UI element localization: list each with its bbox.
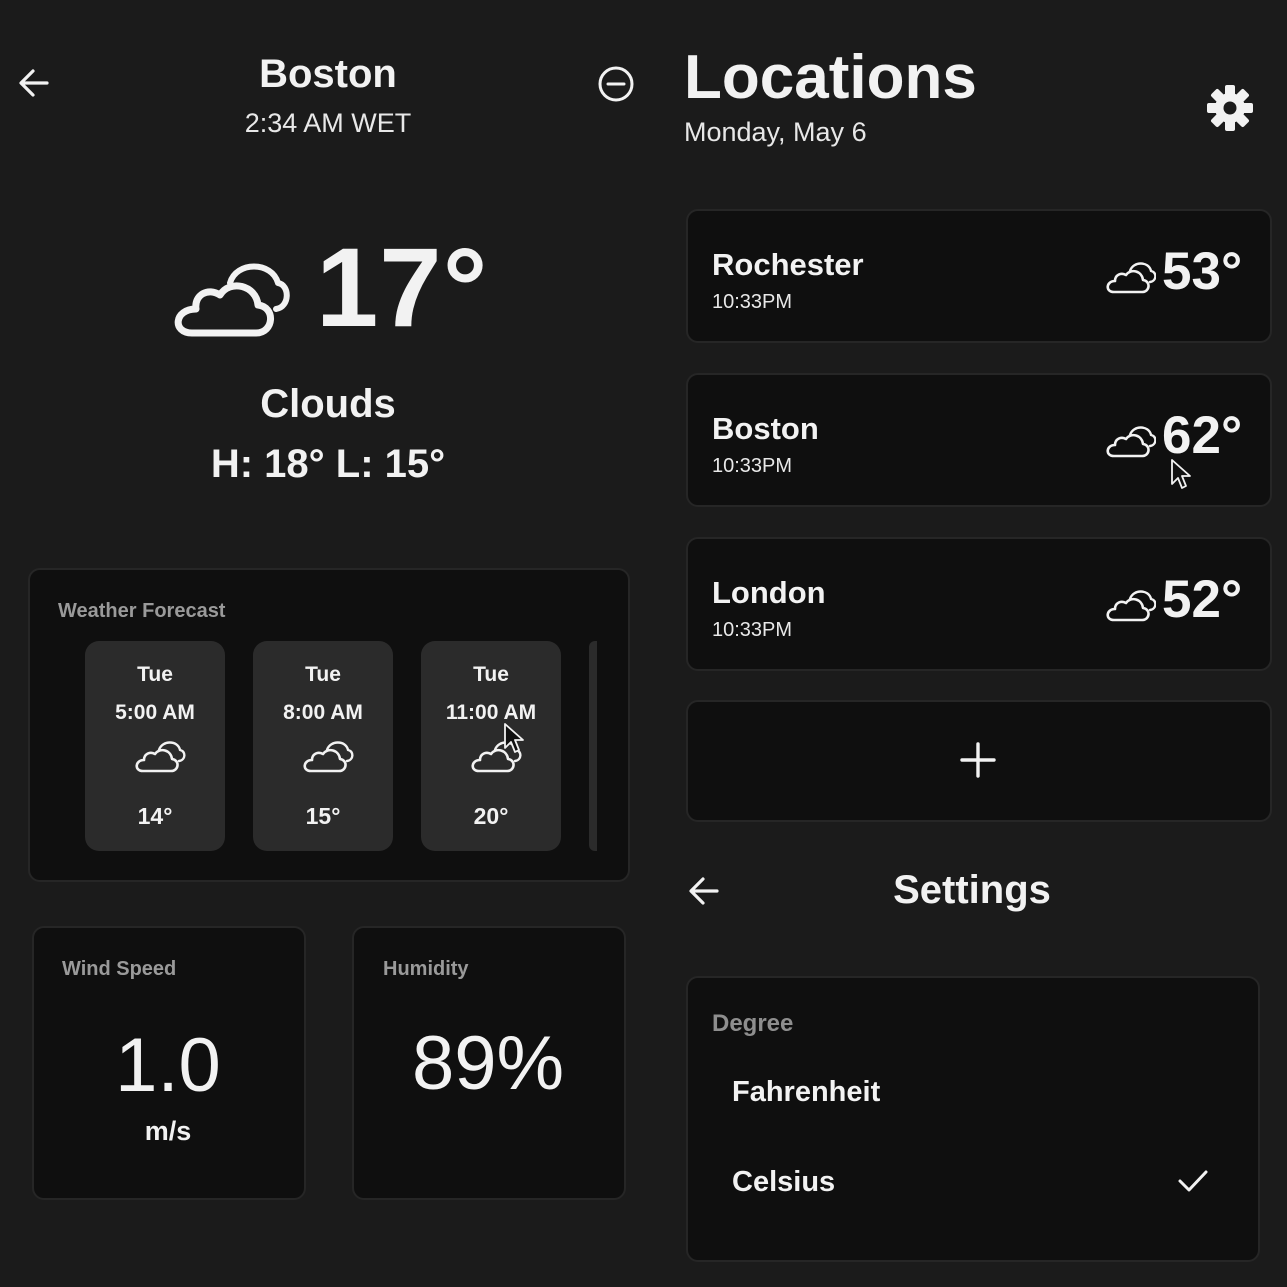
forecast-time: 5:00 AM: [115, 701, 195, 724]
celsius-option[interactable]: Celsius: [688, 1146, 1256, 1216]
location-card-rochester[interactable]: Rochester 10:33PM 53°: [686, 209, 1272, 343]
fahrenheit-option[interactable]: Fahrenheit: [688, 1056, 1256, 1126]
clouds-icon: [135, 741, 186, 773]
back-button[interactable]: [14, 62, 56, 104]
clouds-icon: [1106, 262, 1156, 294]
clouds-icon: [303, 741, 354, 773]
location-time: 10:33PM: [712, 619, 793, 641]
remove-location-button[interactable]: [594, 62, 638, 106]
location-card-london[interactable]: London 10:33PM 52°: [686, 537, 1272, 671]
forecast-title: Weather Forecast: [58, 600, 226, 622]
location-temperature: 52°: [1162, 570, 1243, 629]
forecast-item[interactable]: Tue 5:00 AM 14°: [85, 641, 225, 851]
check-icon: [1178, 1170, 1208, 1192]
location-time: 10:33PM: [712, 455, 793, 477]
forecast-temperature: 15°: [305, 803, 341, 829]
forecast-temperature: 14°: [137, 803, 173, 829]
current-temperature: 17°: [316, 225, 489, 350]
settings-button[interactable]: [1204, 82, 1256, 134]
wind-speed-unit: m/s: [144, 1116, 192, 1146]
forecast-item[interactable]: Tue 11:00 AM 20°: [421, 641, 561, 851]
remove-circle-icon: [598, 66, 634, 102]
humidity-value: 89%: [411, 1021, 565, 1106]
forecast-day: Tue: [473, 663, 509, 686]
clouds-icon: [1106, 426, 1156, 458]
plus-icon: [960, 742, 996, 778]
clouds-icon: [1106, 590, 1156, 622]
wind-speed-title: Wind Speed: [62, 958, 177, 980]
location-temperature: 53°: [1162, 242, 1243, 301]
option-label: Celsius: [732, 1166, 836, 1198]
forecast-time: 8:00 AM: [283, 701, 363, 724]
arrow-left-icon: [689, 877, 719, 905]
mouse-cursor-icon: [1171, 459, 1191, 489]
forecast-item[interactable]: Tue 8:00 AM 15°: [253, 641, 393, 851]
forecast-day: Tue: [137, 663, 173, 686]
location-name: Rochester: [712, 247, 864, 282]
settings-title: Settings: [893, 868, 1051, 912]
forecast-item-partial[interactable]: [589, 641, 597, 851]
degree-label: Degree: [712, 1010, 794, 1037]
location-name: London: [712, 575, 826, 610]
settings-back-button[interactable]: [684, 870, 726, 912]
city-title: Boston: [259, 52, 397, 96]
mouse-cursor-icon: [504, 723, 524, 753]
location-name: Boston: [712, 411, 819, 446]
humidity-title: Humidity: [383, 958, 469, 980]
gear-icon: [1207, 85, 1253, 131]
arrow-left-icon: [19, 69, 49, 97]
weather-condition: Clouds: [260, 382, 396, 426]
forecast-temperature: 20°: [473, 803, 509, 829]
wind-speed-value: 1.0: [115, 1023, 221, 1108]
forecast-day: Tue: [305, 663, 341, 686]
clouds-icon: [174, 263, 290, 337]
option-label: Fahrenheit: [732, 1076, 881, 1108]
current-date: Monday, May 6: [684, 117, 867, 147]
page-title: Locations: [684, 43, 977, 112]
location-temperature: 62°: [1162, 406, 1243, 465]
high-low-temperature: H: 18° L: 15°: [210, 442, 446, 486]
location-time: 10:33PM: [712, 291, 793, 313]
forecast-time: 11:00 AM: [445, 701, 537, 724]
city-local-time: 2:34 AM WET: [244, 108, 412, 138]
